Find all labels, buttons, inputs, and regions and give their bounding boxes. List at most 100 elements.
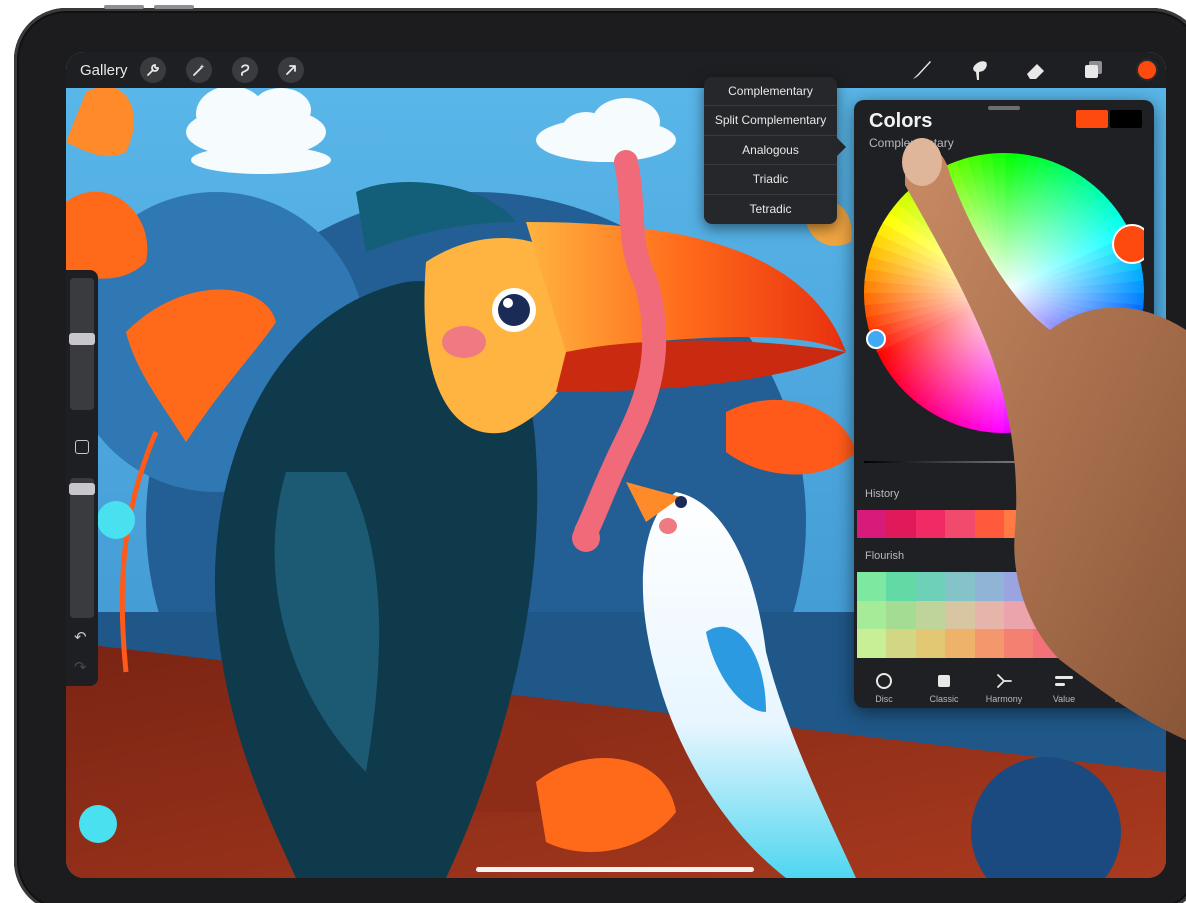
transform-arrow-icon [285,65,296,75]
top-toolbar: Gallery [66,52,1166,88]
brightness-slider[interactable] [864,461,1144,463]
history-swatch[interactable] [1121,510,1152,538]
history-swatch[interactable] [886,510,916,538]
ipad-frame: Gallery ↶ ↷ Complementary Split Compleme… [14,5,1186,903]
harmony-option-triadic[interactable]: Triadic [704,165,837,195]
palette-swatch[interactable] [886,600,916,630]
tab-label: Harmony [985,693,1023,704]
harmony-option-complementary[interactable]: Complementary [704,77,837,107]
selection-icon [240,64,249,76]
panel-grabber[interactable] [988,106,1020,110]
palette-swatch[interactable] [974,572,1004,601]
opacity-thumb[interactable] [69,483,95,496]
palette-swatch[interactable] [1092,629,1122,658]
secondary-color-swatch[interactable] [1110,110,1142,128]
color-wheel[interactable] [864,153,1144,433]
tab-label: Value [1052,693,1076,704]
palette-swatch[interactable] [915,629,946,658]
brush-icon [913,61,931,79]
tab-disc[interactable]: Disc [854,666,914,708]
modify-button[interactable] [75,440,89,454]
palette-swatch[interactable] [1003,572,1034,601]
colors-tabbar: Disc Classic Harmony Value Pale [854,666,1154,708]
layers-icon [1085,61,1102,78]
history-swatch[interactable] [974,510,1005,538]
smudge-tool[interactable] [965,56,993,84]
palette-swatch[interactable] [886,572,916,601]
palette-swatch[interactable] [1121,629,1151,658]
undo-icon[interactable]: ↶ [74,628,87,646]
palettes-icon [1115,671,1133,691]
palette-swatch[interactable] [1062,600,1093,630]
harmony-icon [995,671,1013,691]
palette-swatch[interactable] [945,600,975,630]
tab-label: Classic [929,693,959,704]
history-swatch[interactable] [1092,510,1122,538]
palette-swatch[interactable] [915,572,946,601]
tab-label: Pale [1114,693,1133,704]
harmony-option-tetradic[interactable]: Tetradic [704,195,837,224]
palette-swatch[interactable] [1062,572,1093,601]
primary-color-swatch[interactable] [1076,110,1108,128]
palette-name: Flourish [865,550,905,562]
gallery-button[interactable]: Gallery [80,62,128,79]
harmony-mode-label[interactable]: Complementary [869,136,954,150]
selection-button[interactable] [231,57,258,83]
palette-swatch[interactable] [1092,572,1122,601]
brush-tool[interactable] [908,56,936,84]
palette-swatch[interactable] [1033,600,1063,630]
primary-color-handle[interactable] [1112,224,1144,264]
transform-button[interactable] [277,57,304,83]
wrench-icon [146,64,159,76]
palette-swatch[interactable] [1033,629,1063,658]
value-sliders-icon [1054,671,1074,691]
palette-swatch[interactable] [857,629,887,658]
harmony-option-split-complementary[interactable]: Split Complementary [704,106,837,136]
palette-swatch[interactable] [1003,629,1034,658]
history-swatch[interactable] [915,510,946,538]
adjustments-button[interactable] [185,57,212,83]
complement-color-handle[interactable] [866,329,886,349]
layers-tool[interactable] [1079,56,1107,84]
tab-pale[interactable]: Pale [1094,666,1154,708]
tab-classic[interactable]: Classic [914,666,974,708]
history-swatch[interactable] [945,510,975,538]
tab-value[interactable]: Value [1034,666,1094,708]
colors-panel: Colors Complementary History Flourish Di… [854,100,1154,708]
eraser-tool[interactable] [1022,56,1050,84]
harmony-option-analogous[interactable]: Analogous [704,136,837,166]
actions-button[interactable] [139,57,166,83]
history-swatch[interactable] [857,510,887,538]
active-color-button[interactable] [1136,59,1158,81]
menu-pointer [837,138,846,156]
tab-harmony[interactable]: Harmony [974,666,1034,708]
harmony-mode-menu: Complementary Split Complementary Analogou… [704,77,837,224]
palette-swatch[interactable] [945,629,975,658]
palette-swatch[interactable] [945,572,975,601]
palette-swatch[interactable] [974,629,1004,658]
home-indicator[interactable] [476,867,754,872]
palette-swatch[interactable] [1092,600,1122,630]
palette-swatch[interactable] [1033,572,1063,601]
history-swatches [857,510,1152,538]
disc-icon [875,671,893,691]
brush-size-thumb[interactable] [69,332,95,345]
palette-swatch[interactable] [886,629,916,658]
history-swatch[interactable] [1062,510,1093,538]
history-swatch[interactable] [1004,510,1034,538]
top-button-2 [154,5,194,9]
palette-swatch[interactable] [1121,572,1151,601]
palette-swatch[interactable] [1003,600,1034,630]
tab-label: Disc [875,693,893,704]
opacity-slider[interactable] [70,478,94,618]
palette-swatch[interactable] [1121,600,1151,630]
palette-swatch[interactable] [857,600,887,630]
palette-swatch[interactable] [857,572,887,601]
eraser-icon [1027,64,1044,79]
history-swatch[interactable] [1033,510,1063,538]
palette-swatch[interactable] [1062,629,1093,658]
palette-swatch[interactable] [915,600,946,630]
redo-icon[interactable]: ↷ [74,658,87,676]
palette-swatch[interactable] [974,600,1004,630]
left-sidebar: ↶ ↷ [66,270,98,686]
